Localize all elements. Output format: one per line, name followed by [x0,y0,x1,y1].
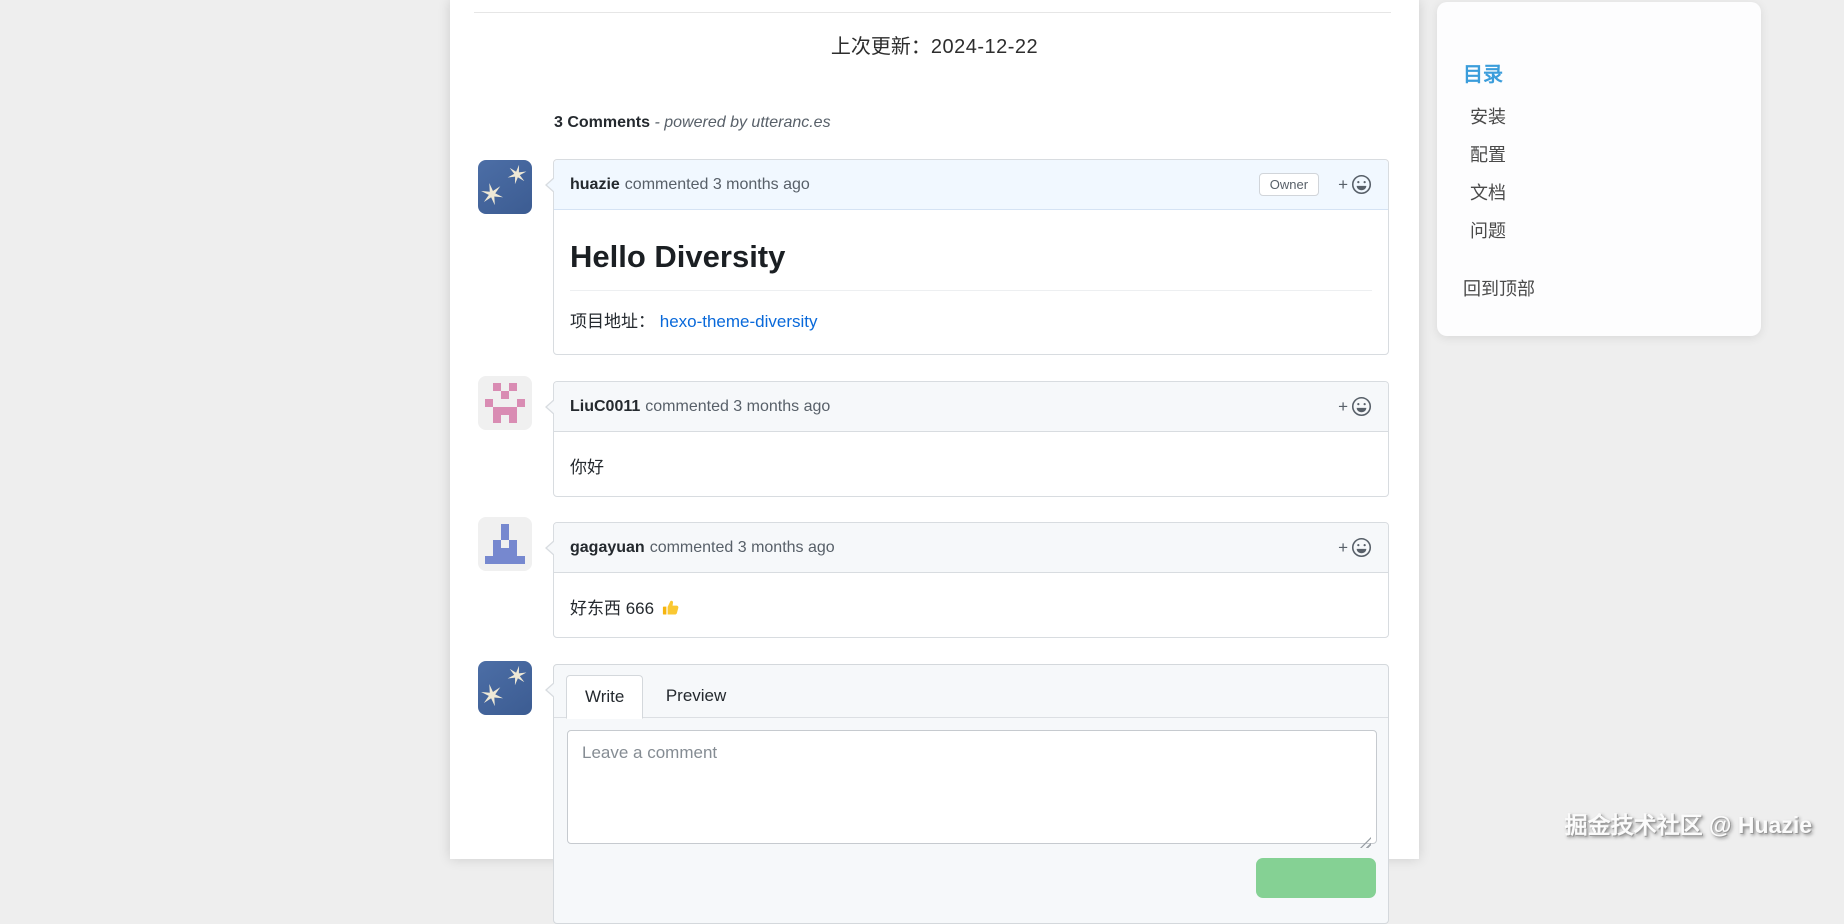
back-to-top-link[interactable]: 回到顶部 [1463,275,1741,301]
comments-count: 3 Comments [554,114,650,131]
tab-preview[interactable]: Preview [648,675,744,717]
last-updated-label: 上次更新： [831,36,931,58]
comment-header: gagayuan commented 3 months ago + [554,523,1388,573]
toc-title[interactable]: 目录 [1463,58,1741,87]
powered-by-utterances: - powered by utteranc.es [654,114,830,131]
plus-icon: + [1338,538,1348,558]
comment-form-tabbar: Write Preview [554,665,1388,718]
comment-paragraph: 项目地址： hexo-theme-diversity [570,307,1372,332]
comment-meta: commented 3 months ago [625,176,810,194]
plus-icon: + [1338,175,1348,195]
toc-item-config[interactable]: 配置 [1463,135,1741,173]
comment-title: Hello Diversity [570,238,1372,291]
comment-author[interactable]: LiuC0011 [570,398,640,416]
starfish-icon: ✶ [504,160,531,190]
comment-body: 好东西 666 [554,573,1388,640]
article-divider [474,12,1391,13]
comment-header: LiuC0011 commented 3 months ago + [554,382,1388,432]
smiley-icon [1351,537,1372,558]
tab-write[interactable]: Write [566,675,643,719]
toc-item-issues[interactable]: 问题 [1463,211,1741,249]
last-updated-line: 上次更新：2024-12-22 [450,30,1419,59]
add-reaction-button[interactable]: + [1338,537,1372,558]
comment-meta: commented 3 months ago [645,398,830,416]
avatar-liuc0011[interactable] [478,376,532,430]
main-content-column: 上次更新：2024-12-22 3 Comments - powered by … [450,0,1419,859]
avatar-huazie[interactable]: ✶ ✶ [478,160,532,214]
smiley-icon [1351,396,1372,417]
comment-body: 你好 [554,432,1388,499]
add-reaction-button[interactable]: + [1338,396,1372,417]
comment-huazie: huazie commented 3 months ago Owner + He… [553,159,1389,355]
avatar-gagayuan[interactable] [478,517,532,571]
starfish-icon: ✶ [504,661,531,691]
comment-text: 好东西 666 [570,599,654,618]
comment-meta: commented 3 months ago [650,539,835,557]
comment-input[interactable] [567,730,1377,844]
plus-icon: + [1338,397,1348,417]
comment-body: Hello Diversity 项目地址： hexo-theme-diversi… [554,210,1388,350]
smiley-icon [1351,174,1372,195]
owner-badge: Owner [1259,173,1319,196]
project-address-label: 项目地址： [570,312,655,331]
comment-gagayuan: gagayuan commented 3 months ago + 好东西 66… [553,522,1389,638]
toc-item-install[interactable]: 安装 [1463,97,1741,135]
comment-liuc0011: LiuC0011 commented 3 months ago + 你好 [553,381,1389,497]
comment-submit-button[interactable] [1256,858,1376,898]
new-comment-form: Write Preview [553,664,1389,924]
comments-count-header: 3 Comments - powered by utteranc.es [554,114,831,132]
comment-form-footer [554,854,1388,898]
last-updated-date: 2024-12-22 [931,36,1038,58]
thumbs-up-emoji [662,599,680,617]
watermark: 掘金技术社区 @ Huazie [1565,806,1812,840]
avatar-current-user[interactable]: ✶ ✶ [478,661,532,715]
toc-card: 目录 安装 配置 文档 问题 回到顶部 [1437,2,1761,336]
toc-list: 安装 配置 文档 问题 [1463,97,1741,249]
comment-author[interactable]: gagayuan [570,539,645,557]
project-link[interactable]: hexo-theme-diversity [660,312,818,331]
toc-item-docs[interactable]: 文档 [1463,173,1741,211]
add-reaction-button[interactable]: + [1338,174,1372,195]
comment-header: huazie commented 3 months ago Owner + [554,160,1388,210]
comment-author[interactable]: huazie [570,176,620,194]
